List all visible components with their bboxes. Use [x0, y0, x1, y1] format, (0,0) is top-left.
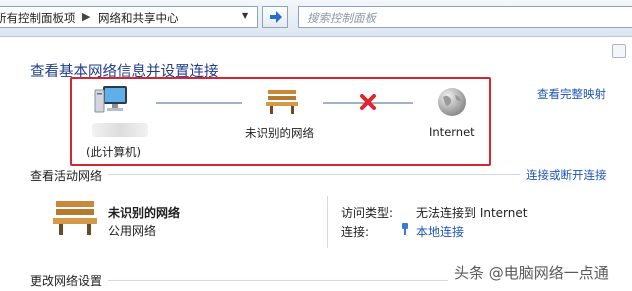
computer-name-blurred: [92, 123, 148, 137]
watermark: 头条 @电脑网络一点通: [454, 264, 609, 282]
vertical-divider: [327, 196, 328, 248]
address-dropdown-icon[interactable]: ▼: [242, 11, 248, 20]
active-networks-heading: 查看活动网络: [30, 169, 103, 183]
search-box[interactable]: 搜索控制面板: [298, 6, 632, 28]
network-type-link[interactable]: 公用网络: [108, 222, 156, 239]
ethernet-icon: [402, 223, 408, 235]
breadcrumb-network-center[interactable]: 网络和共享中心: [98, 10, 179, 26]
network-label: 未识别的网络: [245, 126, 314, 140]
navigation-bar: 所有控制面板项 ▶ 网络和共享中心 ▼ 搜索控制面板: [0, 0, 632, 37]
access-type-value: 无法连接到 Internet: [416, 206, 528, 220]
breadcrumb-control-panel-items[interactable]: 所有控制面板项: [0, 10, 76, 26]
local-connection-link[interactable]: 本地连接: [416, 223, 464, 240]
link-line-left: [156, 102, 242, 104]
help-icon[interactable]: [612, 44, 626, 58]
search-placeholder[interactable]: 搜索控制面板: [307, 10, 376, 26]
view-full-map-link[interactable]: 查看完整映射: [537, 86, 606, 102]
internet-label: Internet: [429, 125, 475, 139]
network-bench-icon[interactable]: [52, 199, 98, 237]
change-settings-heading: 更改网络设置: [30, 274, 103, 288]
refresh-icon: [270, 11, 282, 23]
section-divider-2: [108, 280, 448, 281]
refresh-button[interactable]: [262, 6, 288, 28]
address-bar[interactable]: 所有控制面板项 ▶ 网络和共享中心 ▼: [0, 6, 258, 28]
connect-disconnect-link[interactable]: 连接或断开连接: [526, 167, 607, 183]
computer-label: (此计算机): [86, 145, 141, 159]
connections-label: 连接:: [341, 225, 370, 239]
disconnected-x-icon[interactable]: [359, 93, 377, 111]
access-type-label: 访问类型:: [341, 206, 394, 220]
section-divider: [108, 174, 520, 175]
computer-icon[interactable]: [94, 84, 130, 118]
globe-icon[interactable]: [437, 87, 467, 117]
active-network-name: 未识别的网络: [108, 206, 181, 220]
bench-icon[interactable]: [265, 88, 299, 116]
breadcrumb-separator[interactable]: ▶: [82, 10, 90, 23]
